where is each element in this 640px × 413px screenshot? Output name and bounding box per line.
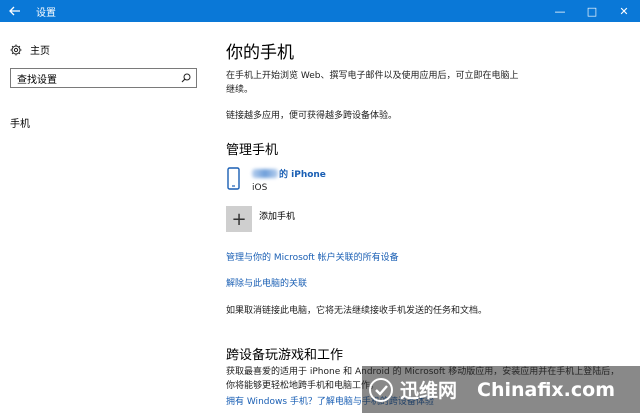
search-button[interactable] (176, 73, 196, 83)
close-button[interactable]: ✕ (608, 0, 640, 22)
maximize-button[interactable]: □ (576, 0, 608, 22)
unlink-pc-link[interactable]: 解除与此电脑的关联 (226, 276, 307, 289)
arrow-left-icon (9, 6, 20, 16)
cross-device-heading: 跨设备玩游戏和工作 (226, 348, 344, 363)
page-title: 你的手机 (226, 43, 294, 63)
blurred-name (252, 169, 278, 178)
phone-icon (227, 167, 240, 190)
sidebar: 主页 查找设置 手机 (0, 22, 210, 413)
device-name-suffix: 的 iPhone (279, 170, 326, 180)
search-placeholder: 查找设置 (17, 74, 57, 86)
plus-icon: + (226, 206, 252, 232)
watermark-cn-text: 迅维网 (400, 380, 458, 402)
device-item[interactable]: 的 iPhone iOS (226, 167, 326, 193)
device-os: iOS (252, 183, 268, 193)
device-name: 的 iPhone (252, 167, 326, 180)
add-phone-button[interactable]: + 添加手机 (226, 206, 295, 232)
sidebar-home-label: 主页 (30, 46, 50, 57)
page-description-2: 链接越多应用，便可获得越多跨设备体验。 (226, 111, 398, 121)
unlink-note: 如果取消链接此电脑，它将无法继续接收手机发送的任务和文档。 (226, 306, 488, 316)
add-phone-label: 添加手机 (259, 211, 296, 222)
window-title: 设置 (36, 7, 56, 19)
minimize-button[interactable]: — (544, 0, 576, 22)
sidebar-item-phone[interactable]: 手机 (10, 115, 30, 130)
sidebar-home[interactable]: 主页 (10, 42, 50, 57)
manage-all-devices-link[interactable]: 管理与你的 Microsoft 帐户关联的所有设备 (226, 250, 399, 263)
manage-phone-heading: 管理手机 (226, 143, 279, 158)
watermark: 迅维网 Chinafix.com (362, 366, 640, 413)
watermark-en-text: Chinafix.com (477, 378, 616, 401)
search-input[interactable]: 查找设置 (10, 68, 197, 88)
back-button[interactable] (0, 0, 30, 22)
watermark-logo-icon (369, 377, 393, 402)
gear-icon (10, 44, 22, 55)
title-bar: 设置 — □ ✕ (0, 0, 640, 22)
search-icon (181, 73, 191, 83)
page-description: 在手机上开始浏览 Web、撰写电子邮件以及使用应用后，可立即在电脑上继续。 (226, 71, 519, 95)
